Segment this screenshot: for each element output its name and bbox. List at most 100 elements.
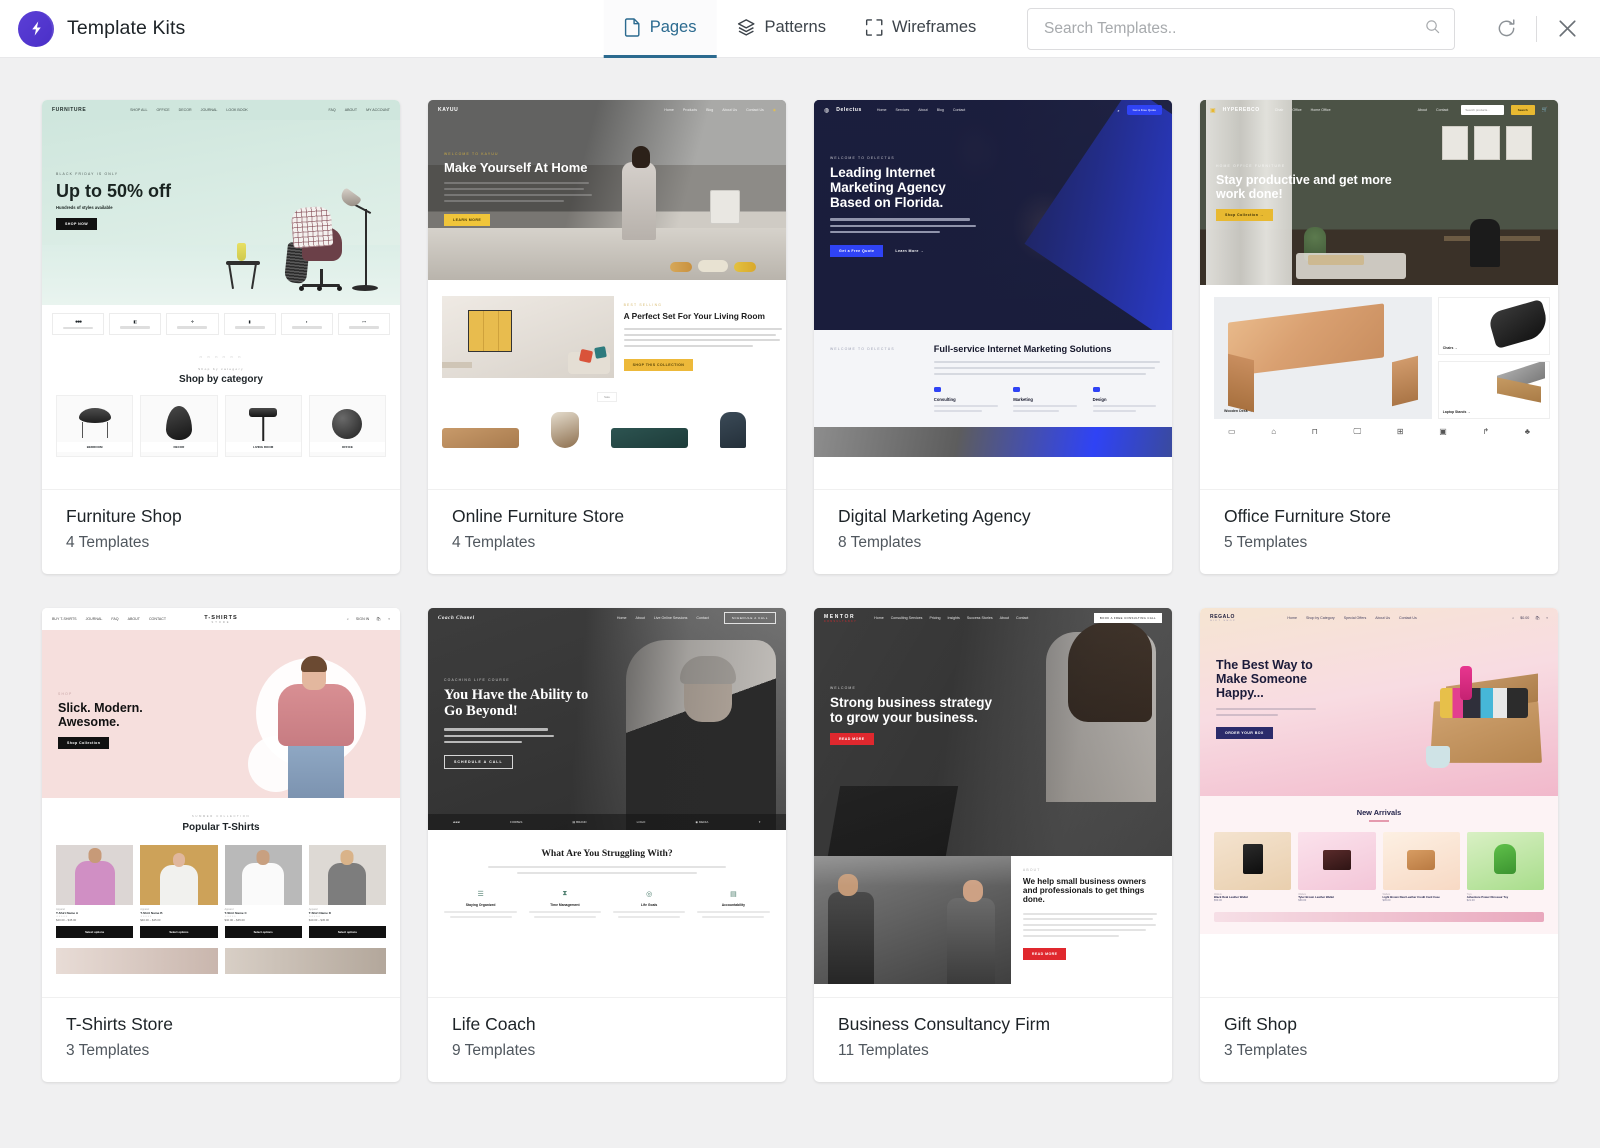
close-button[interactable] <box>1550 12 1584 46</box>
card-title: Business Consultancy Firm <box>838 1014 1051 1034</box>
card-template-count: 9 Templates <box>452 1042 536 1059</box>
bottom-photo-strip <box>814 426 1172 457</box>
product-price: $40.00 – $45.00 <box>308 918 329 922</box>
nav-link: About <box>918 108 928 112</box>
account-icon: ◖ <box>387 617 390 621</box>
lightning-bolt-icon <box>18 10 54 47</box>
nav-link: Home <box>616 616 627 620</box>
category-caption: LIVING ROOM <box>225 442 301 452</box>
mini-site: KAYUU Home Products Blog About Us Contac… <box>428 100 786 489</box>
chair-icon: ↱ <box>1482 427 1490 436</box>
app-header: Template Kits Pages Patterns Wireframes … <box>0 0 1600 58</box>
tab-patterns[interactable]: Patterns <box>717 0 846 58</box>
promo-strip <box>1214 912 1544 923</box>
frame-brackets-icon <box>866 18 883 36</box>
card-title: Furniture Shop <box>66 506 182 526</box>
template-card-office-furniture-store[interactable]: ▣ HYPEREBCO Chair Office Home Office Abo… <box>1200 100 1558 574</box>
partner-logo: ▤ BRAND <box>572 820 587 824</box>
section-title: What Are You Struggling With? <box>541 848 673 859</box>
nav-link: JOURNAL <box>85 617 103 621</box>
brand-logo: ◗ <box>280 313 333 335</box>
hero-headline: Stay productive and get more work done! <box>1216 173 1392 201</box>
section-eyebrow: Shop by category <box>198 367 244 371</box>
template-card-digital-marketing-agency[interactable]: ◍ Delectus Home Services About Blog Cont… <box>814 100 1172 574</box>
template-card-business-consultancy-firm[interactable]: MENTOR CONSULTANCY Home Consulting Servi… <box>814 608 1172 1082</box>
category-caption: DECOR <box>141 442 217 452</box>
nav-link: DECOR <box>178 108 192 112</box>
frame <box>1474 126 1500 160</box>
site-search-button: Search <box>1510 105 1535 115</box>
search-icon <box>1425 19 1440 39</box>
nav-link: SHOP ALL <box>130 108 148 112</box>
nav-link: Office <box>1292 108 1302 112</box>
marketing-icon <box>1013 387 1021 393</box>
select-options-button: Select options <box>224 926 302 938</box>
site-search-input: Search products... <box>1461 105 1504 115</box>
tab-wireframes[interactable]: Wireframes <box>846 0 996 58</box>
nav-link: About <box>1417 108 1427 112</box>
search-icon: ⌕ <box>1117 107 1120 113</box>
category-row: BEDROOM DECOR LIVING ROOM OFFICE <box>56 395 386 457</box>
feature-item: Consulting <box>933 387 1003 415</box>
shelf-icon: ⊞ <box>1396 427 1404 436</box>
select-options-button: Select options <box>140 926 218 938</box>
nav-link: FAQ <box>111 617 119 621</box>
tile-label: Wooden Desk → <box>1224 409 1253 413</box>
search-templates-box[interactable] <box>1027 7 1455 50</box>
layers-icon <box>737 18 756 37</box>
product-row: Apparel T-Shirt Name A ★★★★★ $40.00 – $4… <box>56 845 386 938</box>
template-card-life-coach[interactable]: Coach Chanel Home About Live Online Sess… <box>428 608 786 1082</box>
chair-wheel <box>299 286 304 291</box>
model-hair <box>301 656 327 672</box>
hero-cta-primary: Get a Free Quote <box>830 244 884 257</box>
thumbnail-preview: ▣ HYPEREBCO Chair Office Home Office Abo… <box>1200 100 1558 490</box>
hero-eyebrow: WELCOME TO DELECTUS <box>830 156 895 160</box>
hero-paragraph <box>444 181 592 203</box>
site-nav: SHOP ALL OFFICE DECOR JOURNAL LOOK BOOK <box>130 108 248 112</box>
category-tile: BEDROOM <box>56 395 134 457</box>
cart-icon: 🛍 <box>1535 616 1540 620</box>
desk-icon: ▭ <box>1228 427 1236 436</box>
site-navbar: REGALO GIFT SHOP Home Shop by Category S… <box>1200 608 1558 628</box>
mini-site: FURNITURE SHOP ALL OFFICE DECOR JOURNAL … <box>42 100 400 489</box>
lamp-pole <box>364 209 367 287</box>
nav-link: About Us <box>1375 616 1391 620</box>
template-card-tshirts-store[interactable]: BUY T-SHIRTS JOURNAL FAQ ABOUT CONTACT T… <box>42 608 400 1082</box>
hero-eyebrow: Black Friday is only <box>56 172 119 176</box>
nav-link: ABOUT <box>344 108 358 112</box>
search-input[interactable] <box>1044 19 1425 38</box>
time-icon: ⧗ <box>562 889 568 897</box>
hero-eyebrow: COACHING LIFE COURSE <box>444 678 510 682</box>
nav-link: Home <box>664 108 674 112</box>
goals-icon: ◎ <box>646 890 653 898</box>
card-meta: Furniture Shop 4 Templates <box>42 490 400 574</box>
site-brand-block: REGALO GIFT SHOP <box>1210 614 1236 622</box>
product-sofa <box>442 428 520 448</box>
brand-logos-row: ●●● ◧ ✛ ▮ ◗ ⊶ <box>42 305 400 341</box>
nav-link: Services <box>895 108 910 112</box>
nav-link: About <box>635 616 645 620</box>
hero-cta: SHOP NOW <box>56 218 98 231</box>
hero-text: WELCOME TO DELECTUS Leading Internet Mar… <box>830 156 980 257</box>
tab-patterns-label: Patterns <box>764 17 826 36</box>
account-icon: ◖ <box>1545 616 1548 620</box>
thumbnail-preview: ◍ Delectus Home Services About Blog Cont… <box>814 100 1172 490</box>
feature-label: Staying Organized <box>465 902 496 907</box>
template-card-online-furniture-store[interactable]: KAYUU Home Products Blog About Us Contac… <box>428 100 786 574</box>
template-card-furniture-shop[interactable]: FURNITURE SHOP ALL OFFICE DECOR JOURNAL … <box>42 100 400 574</box>
card-meta: Office Furniture Store 5 Templates <box>1200 490 1558 574</box>
nav-link: Home <box>876 108 887 112</box>
person-head <box>632 146 650 168</box>
refresh-button[interactable] <box>1489 12 1523 46</box>
brand: Template Kits <box>0 10 185 47</box>
feature-item: ☰ Staying Organized <box>442 890 519 921</box>
cart-icon: 🛍 <box>376 617 381 621</box>
search-icon: ⌕ <box>1512 616 1515 620</box>
tab-pages[interactable]: Pages <box>603 0 717 58</box>
site-navbar: BUY T-SHIRTS JOURNAL FAQ ABOUT CONTACT T… <box>42 608 400 630</box>
template-card-gift-shop[interactable]: REGALO GIFT SHOP Home Shop by Category S… <box>1200 608 1558 1082</box>
accountability-icon: ▤ <box>730 890 737 898</box>
chair-pole <box>320 269 323 285</box>
nav-link: LOOK BOOK <box>226 108 248 112</box>
product-row: Wallets Black Real Leather Wallet $59.00… <box>1214 831 1544 902</box>
